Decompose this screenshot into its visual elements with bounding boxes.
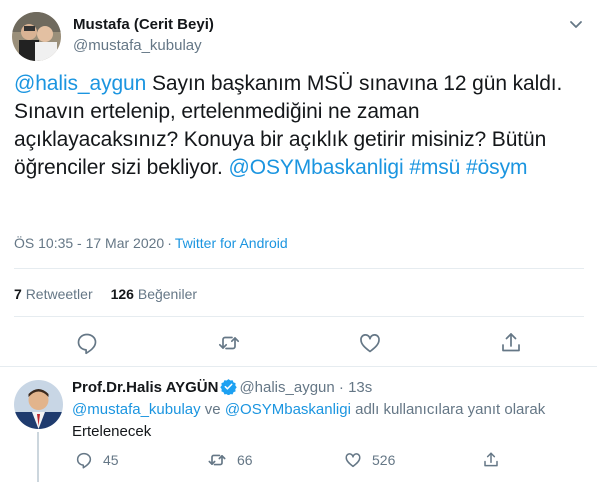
reply-to-suffix: adlı kullanıcılara yanıt olarak [350, 401, 546, 418]
reply-to-user-link[interactable]: @mustafa_kubulay [72, 401, 201, 418]
retweets-label: Retweetler [25, 286, 93, 302]
retweet-icon [208, 454, 226, 466]
reply-timestamp[interactable]: 13s [348, 379, 372, 396]
reply-button[interactable] [75, 331, 99, 355]
tweet-stats: 7 Retweetler 126 Beğeniler [14, 286, 197, 302]
likes-stat[interactable]: 126 Beğeniler [111, 286, 197, 302]
author-handle[interactable]: @mustafa_kubulay [73, 37, 202, 54]
retweet-button[interactable] [217, 331, 241, 355]
divider [14, 316, 584, 317]
reply-retweet-count: 66 [237, 452, 253, 468]
hashtag-msu-link[interactable]: #msü [409, 156, 460, 179]
reply-text: Ertelenecek [72, 423, 152, 440]
share-icon [484, 452, 498, 467]
retweets-count: 7 [14, 286, 22, 302]
author-name[interactable]: Mustafa (Cerit Beyi) [73, 16, 214, 33]
tweet-separator [0, 366, 597, 367]
reply-reply-count: 45 [103, 452, 119, 468]
replying-to: @mustafa_kubulay ve @OSYMbaskanligi adlı… [72, 401, 545, 418]
reply-reply-button[interactable]: 45 [75, 450, 119, 470]
tweet-timestamp[interactable]: ÖS 10:35 - 17 Mar 2020 [14, 235, 164, 251]
hashtag-osym-link[interactable]: #ösym [466, 156, 527, 179]
reply-author-handle[interactable]: @halis_aygun [239, 379, 334, 396]
verified-badge-icon [220, 379, 238, 395]
reply-like-count: 526 [372, 452, 396, 468]
author-avatar[interactable] [12, 12, 61, 61]
retweets-stat[interactable]: 7 Retweetler [14, 286, 93, 302]
reply-retweet-button[interactable]: 66 [207, 450, 253, 470]
thread-line [37, 432, 39, 482]
divider [14, 268, 584, 269]
reply-icon [76, 452, 92, 469]
likes-count: 126 [110, 286, 134, 302]
reply-to-user-link[interactable]: @OSYMbaskanligi [225, 401, 351, 418]
reply-icon [77, 333, 97, 355]
reply-author-avatar[interactable] [14, 380, 63, 429]
reply-header: Prof.Dr.Halis AYGÜN @halis_aygun · 13s [72, 378, 372, 396]
tweet-source[interactable]: Twitter for Android [175, 235, 288, 251]
heart-icon [360, 334, 380, 353]
mention-osym-link[interactable]: @OSYMbaskanligi [229, 156, 404, 179]
reply-like-button[interactable]: 526 [344, 450, 395, 470]
chevron-down-icon[interactable] [566, 14, 586, 34]
meta-separator: · [167, 235, 172, 251]
share-button[interactable] [499, 331, 523, 355]
tweet-text: @halis_aygun Sayın başkanım MSÜ sınavına… [14, 70, 584, 182]
like-button[interactable] [358, 331, 382, 355]
share-icon [502, 333, 520, 352]
tweet-meta: ÖS 10:35 - 17 Mar 2020 · Twitter for Andro… [14, 235, 288, 251]
reply-dot: · [338, 379, 344, 396]
likes-label: Beğeniler [137, 286, 198, 302]
reply-author-name[interactable]: Prof.Dr.Halis AYGÜN [72, 379, 218, 396]
mention-link[interactable]: @halis_aygun [14, 72, 146, 95]
reply-to-conj: ve [200, 401, 225, 418]
retweet-icon [218, 336, 240, 350]
main-tweet: Mustafa (Cerit Beyi) @mustafa_kubulay @h… [0, 0, 597, 366]
heart-icon [345, 453, 361, 468]
reply-share-button[interactable] [482, 450, 510, 470]
